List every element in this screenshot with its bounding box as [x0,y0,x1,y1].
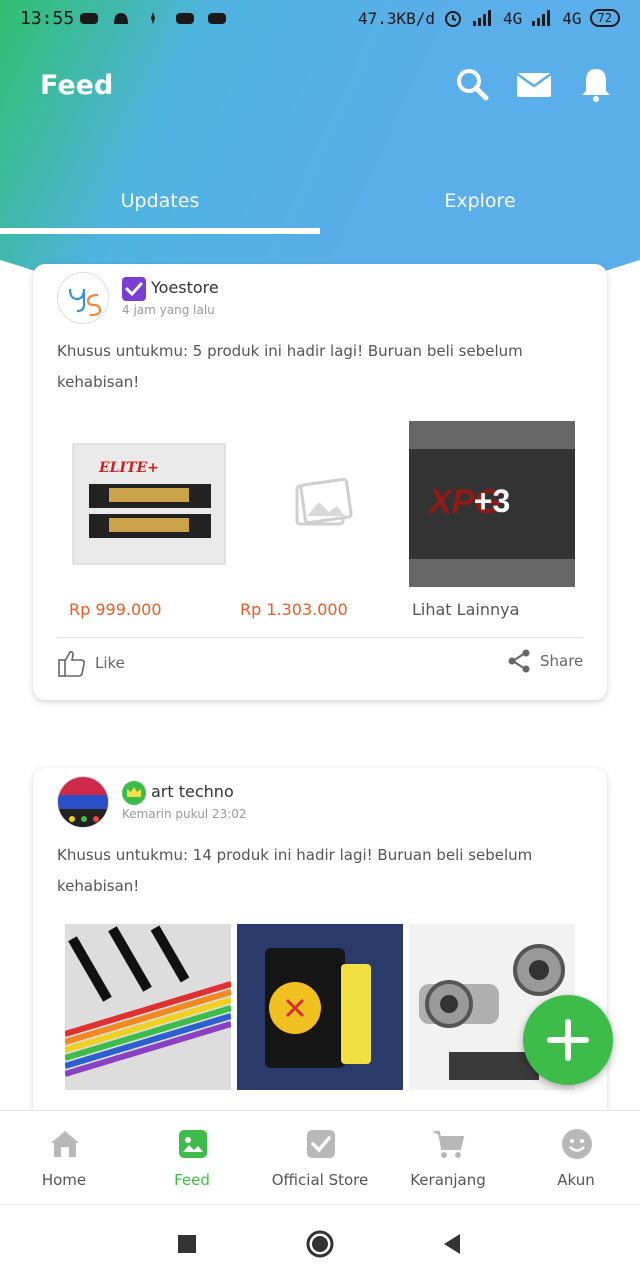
extra-count: +3 [473,483,511,519]
yoestore-logo-icon [68,288,102,317]
nav-akun[interactable]: Akun [512,1111,640,1205]
feed-post-card[interactable]: art techno Kemarin pukul 23:02 Khusus un… [33,768,607,1168]
store-avatar[interactable] [57,272,109,324]
ram-product-image: ELITE+ [72,443,226,565]
post-text: Khusus untukmu: 14 produk ini hadir lagi… [57,846,533,895]
like-button[interactable]: Like [57,648,125,678]
product-price: Rp 999.000 [69,600,162,619]
android-icon [114,13,128,24]
signal-icon [473,10,492,26]
cart-icon [434,1131,465,1158]
header: 13:55 47.3KB/d 4G 4G 72 Feed Updates Exp [0,0,640,280]
signal-type: 4G [562,8,582,28]
art-techno-logo-icon [58,777,108,827]
status-time: 13:55 [20,8,75,29]
share-button[interactable]: Share [506,648,583,674]
store-name[interactable]: art techno [151,782,234,801]
verified-badge-icon [122,277,146,301]
share-icon [508,649,530,673]
mail-icon[interactable] [514,64,554,104]
post-text: Khusus untukmu: 5 produk ini hadir lagi!… [57,342,523,391]
gamepad-icon [80,13,98,24]
jumper-cable-product-image [64,924,232,1090]
divider [57,637,583,638]
signal-type: 4G [503,8,523,28]
nav-label: Home [41,1171,87,1189]
alarm-icon [445,11,462,27]
home-button-icon[interactable] [305,1229,335,1259]
battery-indicator: 72 [589,9,620,27]
bell-icon[interactable] [576,64,616,104]
back-icon[interactable] [438,1229,468,1259]
share-label: Share [540,652,584,670]
motor-product-image [237,924,403,1090]
product-image[interactable] [237,924,403,1090]
bottom-nav: Home Feed Official Store Keranjang Akun [0,1110,640,1204]
system-nav-bar [0,1204,640,1280]
tab-indicator [0,228,320,234]
nav-label: Feed [174,1171,210,1189]
gamepad-icon [208,13,226,24]
signal-icon [532,10,551,26]
post-time: 4 jam yang lalu [122,303,215,317]
official-store-icon [307,1130,335,1158]
product-image-placeholder[interactable] [237,420,403,586]
thumbs-up-icon [58,651,86,677]
notification-icons [78,8,228,28]
status-bar: 13:55 47.3KB/d 4G 4G 72 [0,0,640,40]
store-name[interactable]: Yoestore [151,278,219,297]
crown-badge-icon [122,781,146,805]
search-icon[interactable] [452,64,492,104]
image-placeholder-icon [295,477,353,526]
product-image-more[interactable]: XPG +3 [409,421,575,587]
account-icon [562,1129,592,1159]
store-avatar[interactable] [57,776,109,828]
add-post-button[interactable] [523,995,613,1085]
like-label: Like [95,654,125,672]
tab-updates[interactable]: Updates [0,190,320,212]
feed-icon [179,1130,207,1158]
svg-text:ELITE+: ELITE+ [98,460,159,476]
nav-label: Keranjang [410,1171,486,1189]
recent-apps-icon[interactable] [172,1229,202,1259]
nav-home[interactable]: Home [0,1111,128,1205]
tab-explore[interactable]: Explore [320,190,640,212]
nav-official-store[interactable]: Official Store [256,1111,384,1205]
nav-label: Official Store [271,1171,369,1189]
sparkle-icon [151,12,155,24]
product-price: Rp 1.303.000 [240,600,348,619]
product-image[interactable]: ELITE+ [69,420,235,586]
nav-keranjang[interactable]: Keranjang [384,1111,512,1205]
nav-feed[interactable]: Feed [128,1111,256,1205]
home-icon [51,1131,79,1157]
plus-icon [547,1019,589,1061]
status-right: 47.3KB/d 4G 4G 72 [358,8,620,28]
nav-label: Akun [557,1171,595,1189]
post-time: Kemarin pukul 23:02 [122,807,247,821]
page-title: Feed [40,70,114,101]
product-image[interactable] [64,924,232,1090]
see-more-link[interactable]: Lihat Lainnya [412,600,519,619]
gamepad-icon [176,13,194,24]
feed-post-card[interactable]: Yoestore 4 jam yang lalu Khusus untukmu:… [33,264,607,700]
network-speed: 47.3KB/d [357,8,436,28]
